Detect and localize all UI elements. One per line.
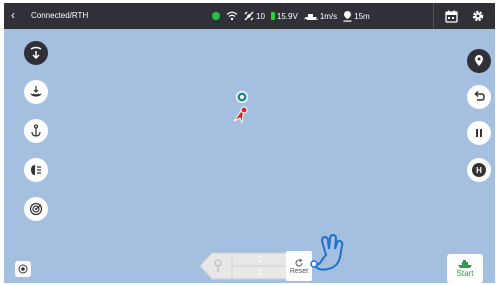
chevron-left-icon[interactable]: ‹ <box>11 8 15 22</box>
download-arrow-icon <box>30 46 42 60</box>
hold-button[interactable]: H <box>467 158 491 182</box>
telemetry-group: 10 15.9V 1m/s 15m <box>212 9 370 23</box>
connection-dot-icon <box>212 12 220 20</box>
sonar-icon <box>30 86 42 97</box>
left-mode-button[interactable] <box>24 41 48 65</box>
boat-icon <box>303 14 318 20</box>
speed-readout: 1m/s <box>303 12 337 21</box>
slider-upper-value[interactable]: 2 <box>232 255 288 264</box>
boat-heading-arrow-icon <box>233 106 248 124</box>
map-screen: ‹ Connected/RTH 10 15.9V 1m/s 15m H 2 1 … <box>4 3 495 283</box>
anchor-button[interactable] <box>24 119 48 143</box>
battery-icon <box>270 12 275 20</box>
radar-button[interactable] <box>24 197 48 221</box>
headlight-icon <box>31 165 41 175</box>
pause-icon <box>476 129 482 137</box>
target-icon <box>18 264 28 274</box>
pause-button[interactable] <box>467 121 491 145</box>
recenter-button[interactable] <box>15 261 31 277</box>
calendar-icon[interactable] <box>442 7 460 25</box>
pointing-hand-icon <box>306 231 350 278</box>
anchor-icon <box>31 124 41 137</box>
step-selector[interactable]: 2 1 <box>199 251 290 281</box>
boat-icon <box>458 260 472 268</box>
location-button[interactable] <box>467 49 491 73</box>
connection-status-title: Connected/RTH <box>31 11 89 20</box>
refresh-icon <box>295 258 303 266</box>
battery-voltage: 15.9V <box>270 12 298 21</box>
boat-position-marker <box>230 105 252 130</box>
return-arrow-icon <box>474 90 485 101</box>
start-button[interactable]: Start <box>447 254 483 283</box>
satellite-count: 10 <box>244 11 265 21</box>
location-pin-icon <box>343 10 352 22</box>
radar-icon <box>29 202 43 216</box>
hold-label: H <box>472 163 486 177</box>
slider-lower-value[interactable]: 1 <box>232 268 288 277</box>
light-button[interactable] <box>24 158 48 182</box>
distance-readout: 15m <box>343 10 370 22</box>
wifi-icon <box>226 11 238 21</box>
top-status-bar: ‹ Connected/RTH 10 15.9V 1m/s 15m <box>4 3 495 29</box>
sonar-button[interactable] <box>24 80 48 104</box>
divider <box>433 3 434 29</box>
gear-icon[interactable] <box>469 7 487 25</box>
start-label: Start <box>456 269 474 278</box>
return-button[interactable] <box>467 85 491 109</box>
location-pin-icon <box>475 55 483 66</box>
satellite-icon <box>244 11 254 21</box>
